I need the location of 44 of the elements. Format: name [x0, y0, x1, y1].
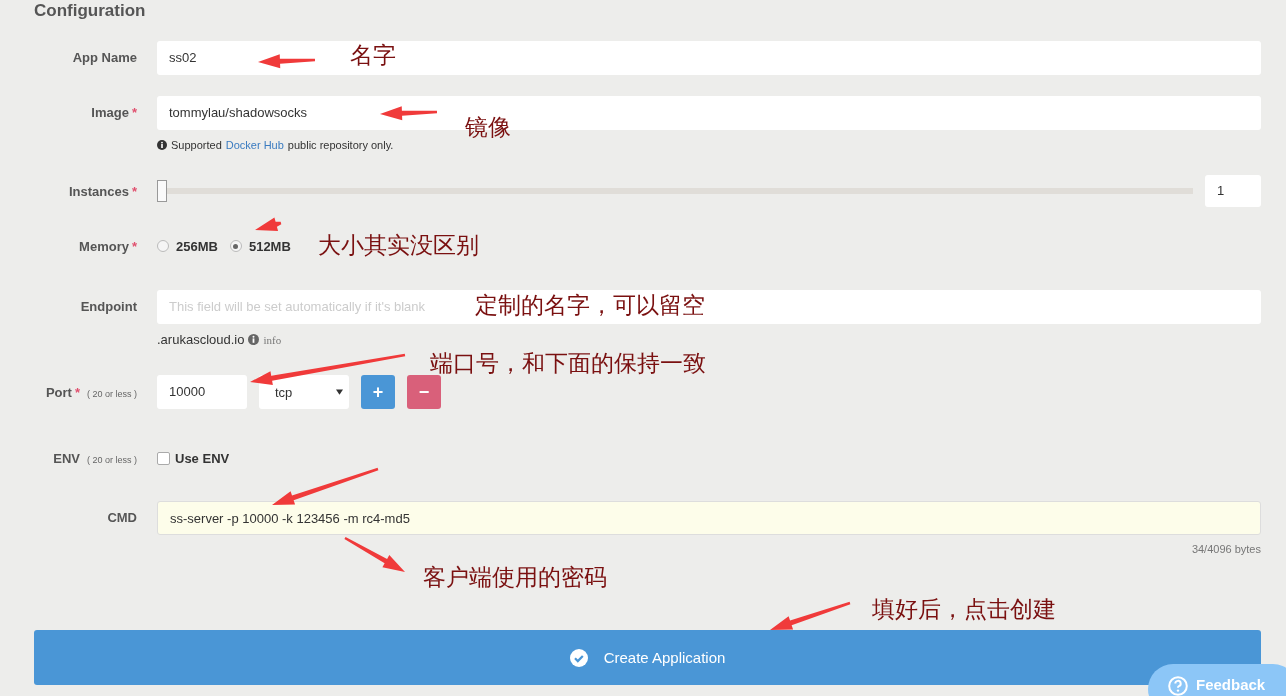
field-label: Image	[91, 104, 129, 122]
field-note: ( 20 or less )	[87, 388, 137, 399]
annotation-text: 端口号，和下面的保持一致	[430, 350, 706, 378]
cmd-textarea[interactable]: ss-server -p 10000 -k 123456 -m rc4-md5	[157, 501, 1261, 535]
annotation-text: 大小其实没区别	[318, 232, 479, 260]
section-title: Configuration	[33, 0, 147, 22]
annotation-text: 名字	[350, 42, 396, 70]
protocol-select[interactable]: tcp	[259, 375, 349, 409]
radio-label: 512MB	[248, 238, 291, 254]
field-label: ENV	[53, 450, 80, 466]
checkbox-label: Use ENV	[175, 450, 230, 466]
info-link[interactable]: info	[263, 333, 282, 346]
docker-hub-link[interactable]: Docker Hub	[225, 139, 284, 151]
remove-port-button[interactable]: −	[407, 375, 441, 409]
annotation-text: 客户端使用的密码	[423, 564, 607, 592]
radio-button[interactable]	[229, 240, 242, 252]
check-circle-icon	[569, 648, 588, 667]
hint-text: Supported	[171, 139, 222, 151]
required-mark: *	[74, 384, 80, 400]
domain-suffix: .arukascloud.io	[157, 332, 245, 347]
required-mark: *	[131, 238, 137, 254]
annotation-text: 定制的名字，可以留空	[475, 292, 705, 320]
hint-text: public repository only.	[287, 139, 394, 151]
field-label: Port	[45, 384, 72, 400]
field-label: Endpoint	[80, 298, 137, 316]
byte-counter: 34/4096 bytes	[1190, 543, 1261, 555]
radio-label: 256MB	[176, 238, 218, 254]
question-icon	[1168, 676, 1188, 696]
field-note: ( 20 or less )	[87, 454, 137, 465]
checkbox[interactable]	[157, 451, 170, 465]
field-label: App Name	[72, 49, 137, 67]
required-mark: *	[131, 104, 137, 122]
port-field[interactable]: 10000	[157, 375, 247, 409]
field-label: Instances	[68, 183, 129, 199]
radio-button[interactable]	[157, 240, 169, 252]
info-icon	[248, 334, 260, 345]
field-label: CMD	[107, 509, 137, 527]
info-icon	[157, 140, 167, 150]
annotation-text: 填好后，点击创建	[872, 596, 1056, 624]
caret-icon	[336, 389, 343, 395]
instances-field[interactable]: 1	[1205, 175, 1261, 207]
field-label: Memory	[79, 238, 129, 254]
slider-handle[interactable]	[157, 180, 167, 202]
required-mark: *	[131, 183, 137, 199]
